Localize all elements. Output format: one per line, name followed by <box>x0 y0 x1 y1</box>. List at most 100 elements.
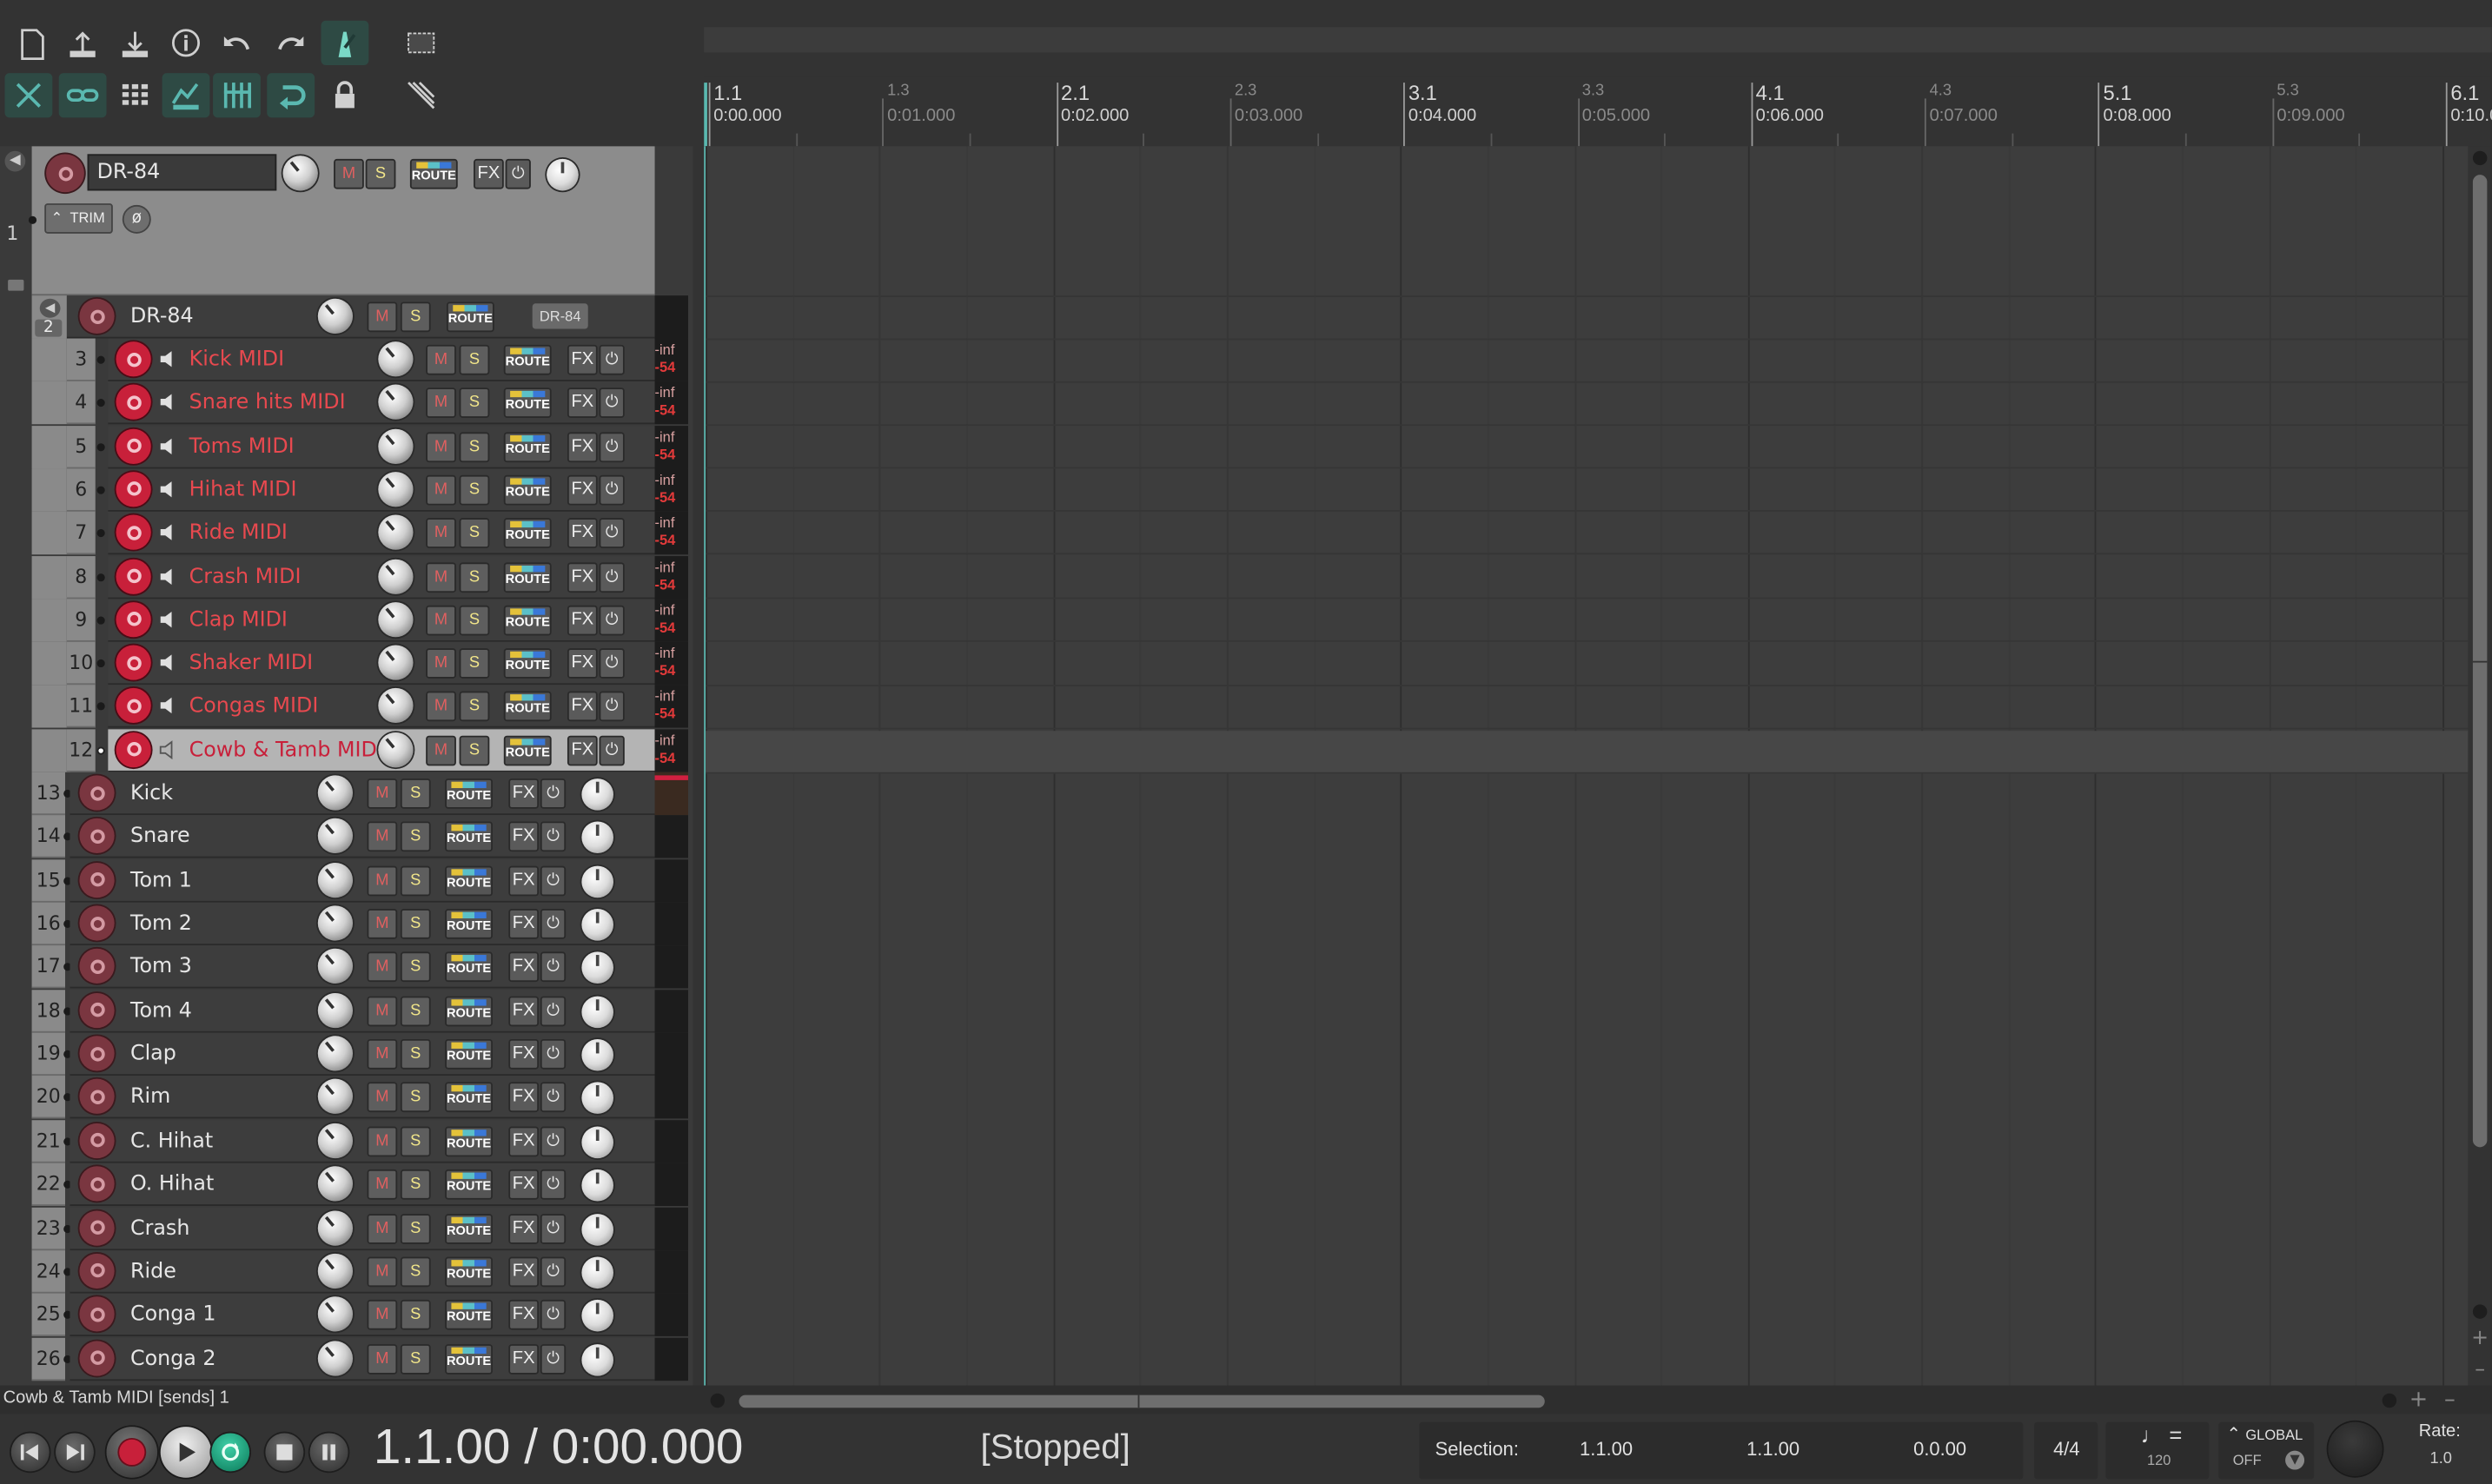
scroll-up-icon[interactable] <box>2472 150 2488 166</box>
scroll-left-icon[interactable] <box>710 1393 726 1408</box>
track-solo-button[interactable]: S <box>459 605 490 636</box>
track-route-button[interactable]: ROUTE <box>445 996 493 1026</box>
speaker-icon[interactable] <box>159 523 178 542</box>
horizontal-scrollbar[interactable] <box>706 1390 2438 1413</box>
track-volume-knob[interactable] <box>378 732 414 767</box>
track-fx-bypass-button[interactable]: ⏻ <box>599 692 625 722</box>
track-pan-knob[interactable] <box>581 1169 613 1202</box>
track-mute-button[interactable]: M <box>426 518 456 549</box>
audio-track-row[interactable]: 16 Tom 2 M S ROUTE FX ⏻ <box>0 902 693 946</box>
track-select-dot[interactable] <box>96 702 105 712</box>
track-route-button[interactable]: ROUTE <box>503 344 552 375</box>
track-record-arm[interactable] <box>79 1253 115 1289</box>
track-1-pan-knob[interactable] <box>547 158 579 191</box>
track-mute-button[interactable]: M <box>426 648 456 679</box>
new-project-button[interactable] <box>8 21 56 65</box>
track-select-dot[interactable] <box>96 399 105 407</box>
track-volume-knob[interactable] <box>378 471 414 507</box>
audio-track-row[interactable]: 20 Rim M S ROUTE FX ⏻ <box>0 1076 693 1120</box>
track-route-button[interactable]: ROUTE <box>445 1300 493 1330</box>
track-mute-button[interactable]: M <box>426 692 456 722</box>
track-record-arm[interactable] <box>79 1123 115 1158</box>
track-mute-button[interactable]: M <box>426 431 456 462</box>
track-record-arm[interactable] <box>79 1209 115 1245</box>
track-solo-button[interactable]: S <box>400 1039 431 1070</box>
track-fx-button[interactable]: FX <box>508 778 540 809</box>
track-record-arm[interactable] <box>116 471 151 507</box>
track-fx-button[interactable]: FX <box>508 865 540 896</box>
audio-track-row[interactable]: 26 Conga 2 M S ROUTE FX ⏻ <box>0 1336 693 1381</box>
track-record-arm[interactable] <box>79 775 115 811</box>
redo-button[interactable] <box>267 21 315 65</box>
track-select-dot[interactable] <box>96 442 105 451</box>
track-1-volume-knob[interactable] <box>282 156 318 191</box>
envelope-link-button[interactable] <box>162 73 210 118</box>
track-fx-bypass-button[interactable]: ⏻ <box>540 822 567 852</box>
track-2-record-arm[interactable] <box>79 298 115 335</box>
track-fx-button[interactable]: FX <box>567 474 598 506</box>
track-fx-button[interactable]: FX <box>508 909 540 939</box>
track-fx-button[interactable]: FX <box>567 735 598 765</box>
track-1-route-button[interactable]: ROUTE <box>409 158 458 189</box>
track-fx-button[interactable]: FX <box>567 431 598 462</box>
speaker-icon[interactable] <box>159 566 178 586</box>
speaker-icon[interactable] <box>159 739 178 759</box>
selection-end[interactable]: 1.1.00 <box>1746 1438 1799 1461</box>
track-mute-button[interactable]: M <box>367 1213 398 1243</box>
track-pan-knob[interactable] <box>581 1039 613 1071</box>
track-record-arm[interactable] <box>116 645 151 680</box>
track-route-button[interactable]: ROUTE <box>445 909 493 939</box>
edit-cursor[interactable] <box>704 83 707 147</box>
track-mute-button[interactable]: M <box>426 344 456 375</box>
transport-position[interactable]: 1.1.00 / 0:00.000 <box>374 1419 744 1476</box>
track-record-arm[interactable] <box>116 341 151 377</box>
track-route-button[interactable]: ROUTE <box>503 692 552 722</box>
track-volume-knob[interactable] <box>378 645 414 680</box>
track-solo-button[interactable]: S <box>459 518 490 549</box>
track-record-arm[interactable] <box>116 558 151 594</box>
audio-track-row[interactable]: 15 Tom 1 M S ROUTE FX ⏻ <box>0 858 693 903</box>
track-mute-button[interactable]: M <box>367 778 398 809</box>
track-fx-button[interactable]: FX <box>508 1126 540 1156</box>
track-mute-button[interactable]: M <box>426 735 456 765</box>
track-solo-button[interactable]: S <box>459 431 490 462</box>
track-volume-knob[interactable] <box>317 905 354 941</box>
track-1-select-dot[interactable] <box>28 215 37 224</box>
track-route-button[interactable]: ROUTE <box>445 1039 493 1070</box>
audio-track-row[interactable]: 19 Clap M S ROUTE FX ⏻ <box>0 1032 693 1077</box>
track-mute-button[interactable]: M <box>367 822 398 852</box>
track-solo-button[interactable]: S <box>459 561 490 593</box>
track-volume-knob[interactable] <box>317 1209 354 1245</box>
audio-track-row[interactable]: 23 Crash M S ROUTE FX ⏻ <box>0 1206 693 1250</box>
track-select-dot[interactable] <box>96 529 105 538</box>
track-volume-knob[interactable] <box>378 341 414 377</box>
track-solo-button[interactable]: S <box>400 1126 431 1156</box>
selected-track-lane[interactable] <box>706 731 2469 774</box>
track-solo-button[interactable]: S <box>459 344 490 375</box>
track-record-arm[interactable] <box>79 1166 115 1202</box>
track-mute-button[interactable]: M <box>367 1343 398 1374</box>
track-fx-bypass-button[interactable]: ⏻ <box>540 1300 567 1330</box>
track-1-phase-button[interactable]: ø <box>122 204 151 234</box>
track-fx-button[interactable]: FX <box>567 648 598 679</box>
scroll-right-icon[interactable] <box>2382 1393 2397 1408</box>
track-mute-button[interactable]: M <box>367 865 398 896</box>
scroll-down-icon[interactable] <box>2472 1304 2488 1319</box>
track-2-instrument-tag[interactable]: DR-84 <box>532 303 588 329</box>
track-select-dot[interactable] <box>96 486 105 494</box>
midi-track-row[interactable]: 12 Cowb & Tamb MIDI M S ROUTE FX ⏻ -inf … <box>0 728 693 772</box>
track-volume-knob[interactable] <box>317 992 354 1028</box>
track-1-solo-button[interactable]: S <box>365 158 396 189</box>
track-route-button[interactable]: ROUTE <box>445 1169 493 1200</box>
audio-track-row[interactable]: 24 Ride M S ROUTE FX ⏻ <box>0 1249 693 1294</box>
repeat-button[interactable] <box>211 1433 250 1472</box>
audio-track-row[interactable]: 14 Snare M S ROUTE FX ⏻ <box>0 815 693 859</box>
track-volume-knob[interactable] <box>378 428 414 464</box>
track-fx-bypass-button[interactable]: ⏻ <box>540 909 567 939</box>
track-fx-bypass-button[interactable]: ⏻ <box>599 518 625 549</box>
track-2-mute-button[interactable]: M <box>367 301 398 333</box>
snap-button[interactable] <box>213 73 261 118</box>
track-fx-button[interactable]: FX <box>567 518 598 549</box>
track-pan-knob[interactable] <box>581 1343 613 1375</box>
marquee-button[interactable] <box>397 21 445 65</box>
